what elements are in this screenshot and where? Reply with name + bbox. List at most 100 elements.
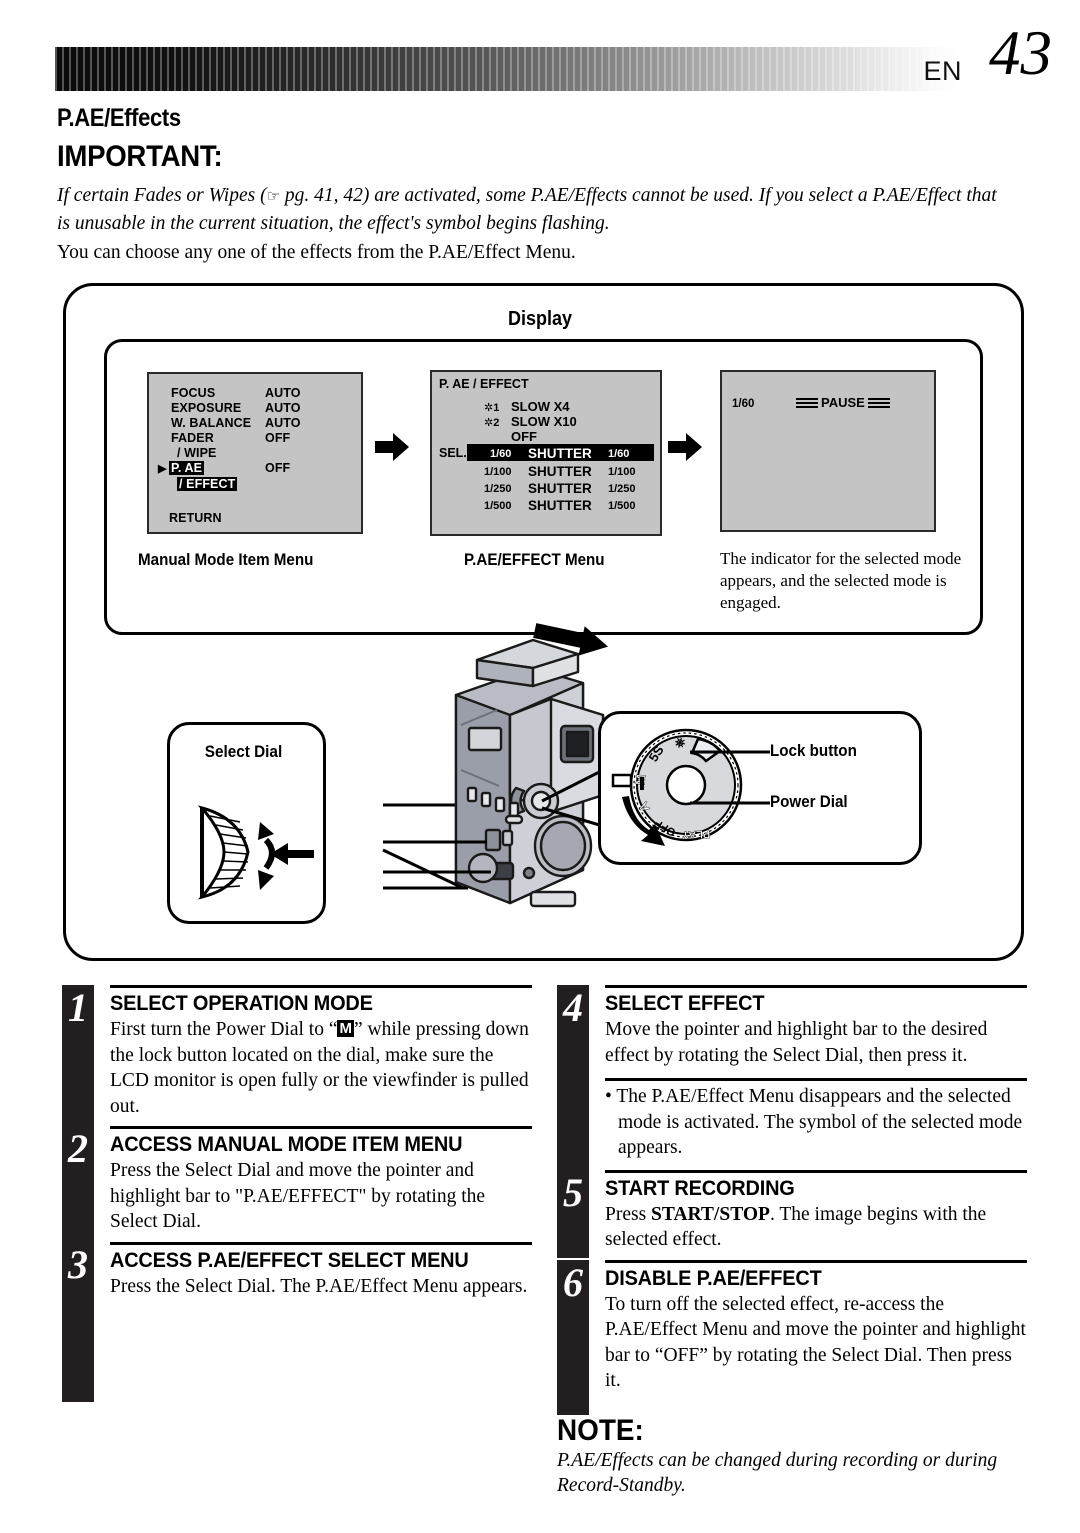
pae-sel-label: SEL.	[439, 446, 467, 460]
note-heading: NOTE:	[557, 1413, 644, 1447]
step-body: Press the Select Dial. The P.AE/Effect M…	[110, 1275, 528, 1297]
pae-item-speed: 1/100	[484, 466, 512, 478]
flow-arrow-icon	[375, 432, 409, 462]
pae-item-speed: 1/500	[484, 500, 512, 512]
steps-column-right: 4 SELECT EFFECT Move the pointer and hig…	[557, 985, 1027, 1499]
step-body-pre: First turn the Power Dial to “	[110, 1019, 338, 1040]
caption-pae-menu: P.AE/EFFECT Menu	[464, 551, 605, 569]
step-2: 2 ACCESS MANUAL MODE ITEM MENU Press the…	[62, 1126, 532, 1266]
divider	[110, 1126, 532, 1129]
step-heading: ACCESS P.AE/EFFECT SELECT MENU	[110, 1248, 469, 1272]
display-section-label: Display	[507, 308, 573, 330]
divider	[605, 1078, 1027, 1081]
menu-row-label-highlighted: P. AE	[169, 461, 205, 475]
pause-indicator: PAUSE	[796, 395, 890, 410]
step-body: Press START/STOP. The image begins with …	[605, 1202, 1027, 1253]
step-heading: SELECT EFFECT	[605, 992, 765, 1015]
important-line1: If certain Fades or Wipes (	[57, 185, 267, 206]
power-dial-leader-lines	[690, 750, 770, 805]
manual-mode-item-menu-screen: FOCUS AUTO EXPOSURE AUTO W. BALANCE AUTO…	[147, 372, 363, 534]
pae-item-value: 1/60	[608, 448, 630, 460]
menu-row-label: FOCUS	[171, 386, 216, 400]
pae-menu-title: P. AE / EFFECT	[439, 377, 529, 391]
pae-item-name: SHUTTER	[528, 498, 592, 513]
lock-button-label: Lock button	[770, 742, 857, 760]
pae-item-name: SHUTTER	[528, 446, 592, 461]
slow-shutter-icon: ✲1	[484, 402, 500, 414]
header-language-label: EN	[923, 56, 962, 86]
menu-pointer-icon: ▶	[158, 463, 167, 475]
pae-effect-menu-screen: P. AE / EFFECT ✲1 SLOW X4 ✲2 SLOW X10 OF…	[430, 370, 662, 536]
pae-item-value: 1/250	[608, 483, 636, 495]
step-bullet: • The P.AE/Effect Menu disappears and th…	[605, 1086, 1023, 1158]
power-dial-label: Power Dial	[770, 793, 848, 811]
pae-item-name: OFF	[511, 429, 537, 444]
manual-mode-icon: M	[337, 1020, 354, 1037]
step-5: 5 START RECORDING Press START/STOP. The …	[557, 1169, 1027, 1258]
step-4: 4 SELECT EFFECT Move the pointer and hig…	[557, 985, 1027, 1190]
menu-row-value: OFF	[265, 461, 291, 475]
step-number: 2	[68, 1126, 88, 1171]
caption-manual-menu: Manual Mode Item Menu	[138, 551, 314, 569]
manual-page: EN 43 P.AE/Effects IMPORTANT: If certain…	[0, 0, 1080, 1533]
divider	[110, 985, 532, 988]
step-heading: SELECT OPERATION MODE	[110, 992, 373, 1015]
divider	[605, 1169, 1027, 1173]
menu-row-label-highlighted: / EFFECT	[177, 477, 238, 491]
slow-shutter-icon: ✲2	[484, 417, 500, 429]
result-display-screen: 1/60 PAUSE	[720, 370, 936, 532]
step-number: 1	[68, 985, 88, 1030]
menu-row-label: EXPOSURE	[171, 401, 242, 415]
page-number: 43	[989, 18, 1052, 88]
step-body: First turn the Power Dial to “M” while p…	[110, 1017, 532, 1119]
svg-text:PLAY: PLAY	[681, 828, 710, 841]
step-body: Move the pointer and highlight bar to th…	[605, 1019, 988, 1066]
step-heading: ACCESS MANUAL MODE ITEM MENU	[110, 1133, 463, 1156]
divider	[605, 985, 1027, 988]
intro-text: You can choose any one of the effects fr…	[57, 242, 576, 263]
flow-arrow-icon	[668, 432, 702, 462]
step-number: 4	[563, 985, 583, 1030]
menu-return-label: RETURN	[169, 511, 222, 525]
note-body: P.AE/Effects can be changed during recor…	[557, 1449, 998, 1497]
pae-item-name: SHUTTER	[528, 481, 592, 496]
step-body: Press the Select Dial and move the point…	[110, 1160, 486, 1232]
menu-row-value: OFF	[265, 431, 291, 445]
menu-row-value: AUTO	[265, 386, 301, 400]
pointing-hand-icon: ☞	[266, 189, 281, 205]
menu-row-label: FADER	[171, 431, 214, 445]
step-body: To turn off the selected effect, re-acce…	[605, 1293, 1026, 1392]
important-heading: IMPORTANT:	[57, 140, 223, 173]
important-pg-ref: pg. 41, 42) are activated, some P.AE/Eff…	[280, 185, 868, 206]
step-6: 6 DISABLE P.AE/EFFECT To turn off the se…	[557, 1259, 1027, 1415]
pae-item-name: SLOW X10	[511, 414, 577, 429]
step-heading: START RECORDING	[605, 1176, 795, 1200]
pae-item-name: SLOW X4	[511, 399, 570, 414]
select-dial-icon	[197, 805, 314, 900]
menu-row-label: W. BALANCE	[171, 416, 252, 430]
divider	[110, 1241, 532, 1245]
step-number: 5	[563, 1169, 583, 1215]
pause-bars-left-icon	[796, 396, 818, 410]
divider	[605, 1259, 1027, 1263]
step-heading: DISABLE P.AE/EFFECT	[605, 1266, 822, 1290]
start-stop-button-ref: START/STOP	[651, 1203, 770, 1225]
steps-column-left: 1 SELECT OPERATION MODE First turn the P…	[62, 985, 532, 1402]
pae-item-value: 1/500	[608, 500, 636, 512]
caption-result: The indicator for the selected mode appe…	[720, 549, 962, 612]
menu-row-value: AUTO	[265, 416, 301, 430]
menu-row-label: / WIPE	[177, 446, 217, 460]
pause-text: PAUSE	[821, 395, 865, 410]
step-body-pre: Press	[605, 1203, 652, 1225]
page-title: P.AE/Effects	[57, 104, 181, 132]
pae-item-value: 1/100	[608, 466, 636, 478]
shutter-speed-indicator: 1/60	[732, 398, 755, 410]
select-dial-label: Select Dial	[204, 742, 283, 761]
step-number: 3	[68, 1241, 88, 1287]
pae-item-speed: 1/250	[484, 483, 512, 495]
important-body: If certain Fades or Wipes (☞ pg. 41, 42)…	[57, 183, 1002, 236]
pae-item-name: SHUTTER	[528, 464, 592, 479]
note-block: NOTE: P.AE/Effects can be changed during…	[557, 1414, 1027, 1499]
pae-item-speed: 1/60	[490, 448, 512, 460]
step-number: 6	[563, 1259, 583, 1305]
